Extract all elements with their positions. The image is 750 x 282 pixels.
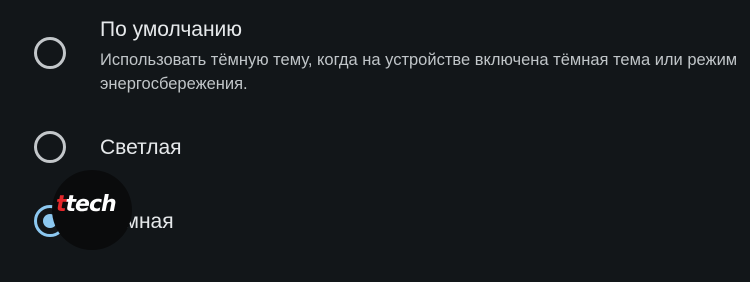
theme-option-light-label: Светлая (100, 136, 182, 159)
watermark-logo-text: ttech (56, 192, 117, 217)
theme-option-default-label: По умолчанию (100, 18, 243, 41)
watermark-logo: ttech (52, 170, 132, 250)
radio-light[interactable] (34, 131, 66, 163)
theme-option-default[interactable]: По умолчанию Использовать тёмную тему, к… (0, 0, 750, 110)
theme-option-default-description: Использовать тёмную тему, когда на устро… (100, 51, 738, 93)
radio-default[interactable] (34, 37, 66, 69)
watermark-word: tech (65, 192, 117, 217)
theme-picker-screen: По умолчанию Использовать тёмную тему, к… (0, 0, 750, 282)
theme-option-light[interactable]: Светлая (0, 115, 750, 180)
watermark-accent: t (56, 192, 66, 217)
